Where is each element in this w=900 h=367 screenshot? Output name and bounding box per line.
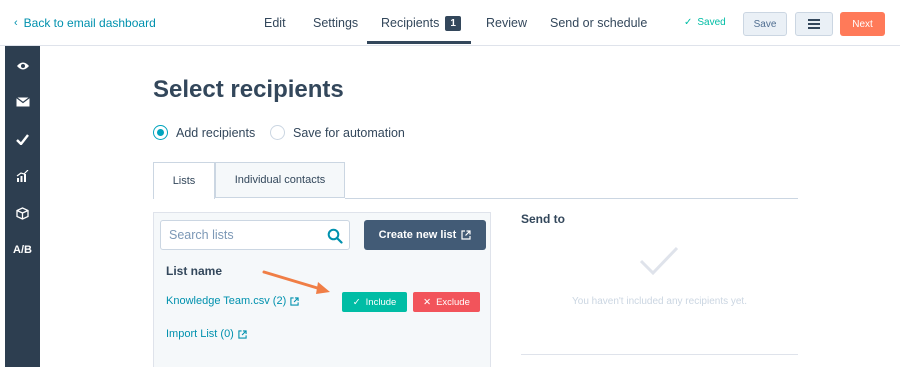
sidebar-item-ab-test[interactable]: A/B — [5, 240, 40, 260]
top-bar: ‹ Back to email dashboard Edit Settings … — [0, 0, 900, 46]
external-link-icon — [238, 329, 247, 339]
exclude-label: Exclude — [436, 296, 470, 308]
chevron-left-icon: ‹ — [14, 16, 18, 29]
tab-individual-contacts[interactable]: Individual contacts — [215, 162, 345, 198]
checkmark-icon — [639, 246, 679, 276]
menu-button[interactable] — [795, 12, 833, 36]
save-button[interactable]: Save — [743, 12, 787, 36]
send-to-divider — [521, 354, 798, 355]
radio-save-for-automation[interactable]: Save for automation — [270, 125, 405, 140]
tab-divider — [345, 198, 798, 199]
sidebar-item-preview[interactable] — [5, 56, 40, 76]
tab-recipients-label: Recipients — [381, 16, 440, 30]
list-item-name: Knowledge Team.csv (2) — [166, 295, 287, 307]
box-icon — [16, 206, 29, 220]
page-title: Select recipients — [153, 76, 344, 103]
envelope-icon — [15, 97, 30, 107]
list-item[interactable]: Knowledge Team.csv (2) — [166, 295, 299, 307]
sidebar-item-email[interactable] — [5, 92, 40, 112]
tab-send-or-schedule[interactable]: Send or schedule — [550, 16, 647, 30]
list-name-header: List name — [166, 264, 223, 278]
create-new-list-label: Create new list — [378, 229, 457, 241]
external-link-icon — [461, 230, 471, 240]
list-item-name: Import List (0) — [166, 328, 234, 340]
search-box — [160, 220, 350, 250]
tab-lists[interactable]: Lists — [153, 162, 215, 199]
radio-button[interactable] — [270, 125, 285, 140]
check-icon: ✓ — [684, 17, 693, 28]
sidebar-item-checklist[interactable] — [5, 129, 40, 149]
annotation-arrow-icon — [262, 270, 330, 294]
ab-test-label: A/B — [13, 244, 32, 256]
external-link-icon — [290, 296, 299, 306]
include-label: Include — [365, 296, 397, 308]
tab-edit[interactable]: Edit — [264, 16, 286, 30]
sidebar-item-modules[interactable] — [5, 203, 40, 223]
saved-label: Saved — [697, 17, 726, 28]
checkmark-icon — [16, 133, 29, 145]
active-tab-underline — [367, 41, 471, 44]
tab-recipients[interactable]: Recipients 1 — [381, 16, 461, 31]
list-item[interactable]: Import List (0) — [166, 328, 247, 340]
back-to-dashboard-link[interactable]: ‹ Back to email dashboard — [14, 16, 156, 30]
search-icon[interactable] — [327, 228, 343, 244]
sidebar-item-analytics[interactable] — [5, 166, 40, 186]
close-icon: ✕ — [423, 296, 432, 308]
next-button[interactable]: Next — [840, 12, 885, 36]
search-input[interactable] — [161, 221, 311, 249]
chart-icon — [16, 170, 29, 182]
empty-recipients-message: You haven't included any recipients yet. — [572, 296, 747, 307]
send-to-title: Send to — [521, 212, 565, 226]
create-new-list-button[interactable]: Create new list — [364, 220, 486, 250]
left-sidebar: A/B — [5, 46, 40, 367]
hamburger-icon — [808, 19, 820, 29]
include-button[interactable]: ✓ Include — [342, 292, 407, 312]
eye-icon — [16, 62, 29, 70]
check-icon: ✓ — [352, 296, 361, 308]
exclude-button[interactable]: ✕ Exclude — [413, 292, 480, 312]
tab-review[interactable]: Review — [486, 16, 527, 30]
radio-add-recipients[interactable]: Add recipients — [153, 125, 255, 140]
radio-add-recipients-label: Add recipients — [176, 125, 256, 140]
tab-settings[interactable]: Settings — [313, 16, 358, 30]
radio-save-for-automation-label: Save for automation — [293, 125, 405, 140]
back-link-label: Back to email dashboard — [23, 16, 156, 30]
radio-button-selected[interactable] — [153, 125, 168, 140]
saved-status: ✓ Saved — [684, 17, 726, 28]
recipients-count-badge: 1 — [445, 16, 461, 31]
